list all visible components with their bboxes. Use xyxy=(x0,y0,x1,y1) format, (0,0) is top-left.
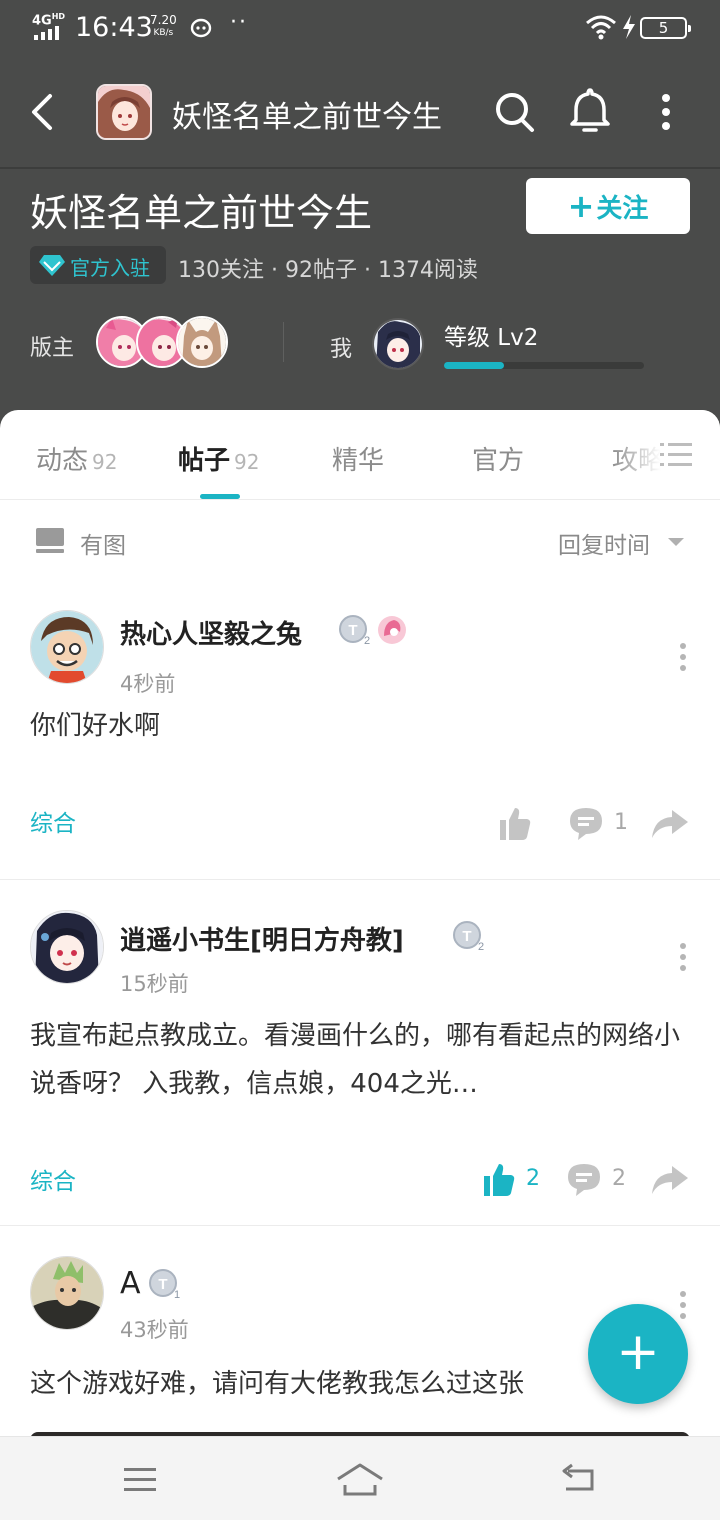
comment-icon[interactable] xyxy=(566,1160,602,1200)
network-speed: 7.20 KB/s xyxy=(150,13,177,39)
avatar[interactable] xyxy=(30,910,104,984)
tab-featured[interactable]: 精华 xyxy=(332,440,384,477)
like-count: 2 xyxy=(526,1166,540,1191)
battery-icon: 5 xyxy=(640,17,691,39)
comment-count: 1 xyxy=(614,810,628,835)
forum-name: 妖怪名单之前世今生 xyxy=(30,191,373,235)
header-divider xyxy=(0,167,720,169)
search-icon[interactable] xyxy=(492,88,538,136)
moderator-avatars[interactable] xyxy=(96,316,236,370)
post-tag[interactable]: 综合 xyxy=(30,804,76,838)
status-bar: 4GHD 16:43 7.20 KB/s ·· 5 xyxy=(0,0,720,56)
signal-icon xyxy=(34,26,64,40)
level-badge-icon: T2 xyxy=(453,921,484,952)
level-progress-fill xyxy=(444,362,504,369)
more-notifications-icon: ·· xyxy=(230,10,248,35)
more-vertical-icon[interactable] xyxy=(676,942,690,972)
svg-text:T: T xyxy=(158,1276,167,1293)
more-vertical-icon[interactable] xyxy=(676,642,690,672)
comment-count: 2 xyxy=(612,1166,626,1191)
home-icon[interactable] xyxy=(336,1461,384,1497)
filter-bar: 有图 回复时间 xyxy=(0,500,720,584)
tab-bar: 动态92 帖子92 精华 官方 攻略 xyxy=(0,410,720,500)
plus-icon: + xyxy=(567,187,595,225)
forum-logo xyxy=(96,84,152,140)
more-vertical-icon[interactable] xyxy=(676,1290,690,1320)
share-icon[interactable] xyxy=(650,804,690,844)
active-tab-indicator xyxy=(200,494,240,499)
level-progress-bar xyxy=(444,362,644,369)
back-icon[interactable] xyxy=(24,88,64,136)
post-time: 4秒前 xyxy=(120,672,176,696)
me-label: 我 xyxy=(330,337,353,362)
svg-text:2: 2 xyxy=(364,635,370,646)
avatar[interactable] xyxy=(30,610,104,684)
menu-icon[interactable] xyxy=(122,1467,158,1493)
more-vertical-icon[interactable] xyxy=(648,88,684,136)
tab-dynamics[interactable]: 动态 92 xyxy=(36,440,117,477)
share-icon[interactable] xyxy=(650,1160,690,1200)
svg-text:T: T xyxy=(348,622,357,639)
username[interactable]: 热心人坚毅之兔 xyxy=(120,614,302,651)
bell-icon[interactable] xyxy=(566,86,614,136)
image-filter-icon[interactable] xyxy=(36,528,64,554)
tab-official[interactable]: 官方 xyxy=(472,440,524,477)
comment-icon[interactable] xyxy=(568,804,604,844)
tab-list-icon[interactable] xyxy=(660,442,692,468)
forum-header: 4GHD 16:43 7.20 KB/s ·· 5 妖怪名单之前世今生 妖怪名单… xyxy=(0,0,720,430)
level-badge-icon: T2 xyxy=(339,615,370,646)
my-avatar[interactable] xyxy=(372,318,424,370)
username[interactable]: 逍遥小书生[明日方舟教] xyxy=(120,920,404,957)
anime-badge-icon xyxy=(378,616,406,644)
svg-text:1: 1 xyxy=(174,1289,180,1300)
post-item[interactable]: 热心人坚毅之兔 T2 4秒前 你们好水啊 综合 1 xyxy=(0,584,720,880)
tab-posts[interactable]: 帖子 92 xyxy=(178,440,259,477)
content-sheet: 动态92 帖子92 精华 官方 攻略 有图 回复时间 热心人坚毅之兔 T2 4秒… xyxy=(0,410,720,1440)
charging-icon xyxy=(623,15,635,39)
new-post-button[interactable]: + xyxy=(588,1304,688,1404)
avatar[interactable] xyxy=(30,1256,104,1330)
svg-text:2: 2 xyxy=(478,941,484,952)
status-time: 16:43 xyxy=(75,12,153,43)
moderator-avatar[interactable] xyxy=(176,316,228,368)
forum-stats: 130关注 · 92帖子 · 1374阅读 xyxy=(178,258,478,283)
level-label: 等级 Lv2 xyxy=(444,325,539,351)
info-separator xyxy=(283,322,284,362)
post-content[interactable]: 你们好水啊 xyxy=(30,702,690,750)
post-content[interactable]: 我宣布起点教成立。看漫画什么的，哪有看起点的网络小说香呀？ 入我教，信点娘，40… xyxy=(30,1012,690,1108)
moderator-label: 版主 xyxy=(30,336,75,361)
follow-label: 关注 xyxy=(596,194,649,224)
caret-down-icon[interactable] xyxy=(668,538,684,546)
like-icon[interactable] xyxy=(496,804,532,844)
username[interactable]: A xyxy=(120,1266,141,1301)
diamond-icon xyxy=(39,255,65,276)
system-nav-bar xyxy=(0,1436,720,1520)
nav-title: 妖怪名单之前世今生 xyxy=(172,100,442,135)
svg-text:T: T xyxy=(462,928,471,945)
post-tag[interactable]: 综合 xyxy=(30,1162,76,1196)
post-time: 43秒前 xyxy=(120,1318,189,1342)
post-item[interactable]: 逍遥小书生[明日方舟教] T2 15秒前 我宣布起点教成立。看漫画什么的，哪有看… xyxy=(0,880,720,1226)
wifi-icon xyxy=(586,15,616,40)
follow-button[interactable]: +关注 xyxy=(526,178,690,234)
sort-dropdown[interactable]: 回复时间 xyxy=(558,526,650,560)
official-label: 官方入驻 xyxy=(70,256,150,280)
with-image-filter[interactable]: 有图 xyxy=(80,526,126,560)
like-icon[interactable] xyxy=(480,1160,516,1200)
back-nav-icon[interactable] xyxy=(560,1463,598,1493)
official-badge: 官方入驻 xyxy=(30,246,166,284)
level-badge-icon: T1 xyxy=(149,1269,180,1300)
app-notification-icon xyxy=(190,18,212,38)
post-time: 15秒前 xyxy=(120,972,189,996)
